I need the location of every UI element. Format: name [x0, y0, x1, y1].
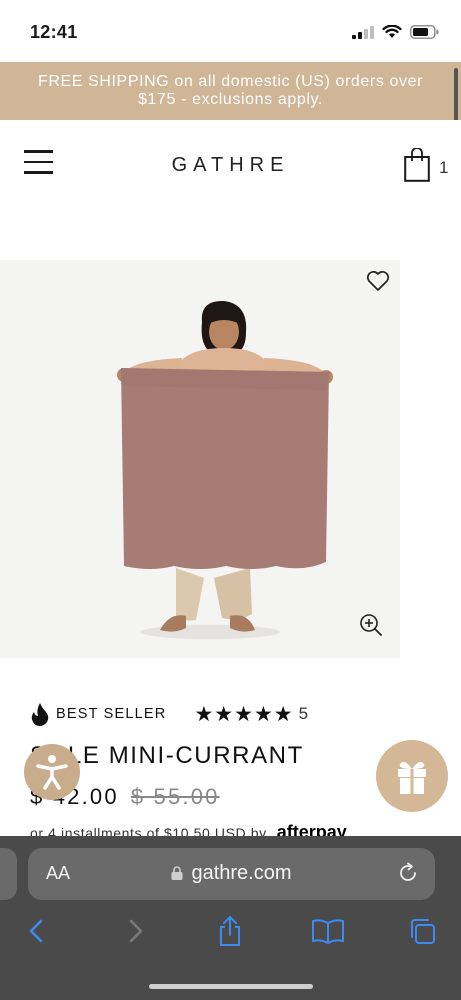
shopping-bag-icon [404, 147, 430, 182]
browser-nav-toolbar [0, 911, 461, 955]
badge-row: BEST SELLER ★ ★ ★ ★ ★ 5 [30, 700, 450, 728]
cart-button[interactable]: 1 [404, 147, 454, 184]
battery-icon [410, 25, 439, 39]
cellular-signal-icon [352, 25, 374, 39]
address-bar[interactable]: AA gathre.com [28, 848, 435, 900]
url-display[interactable]: gathre.com [28, 862, 435, 885]
site-header: GATHRE 1 [0, 120, 461, 210]
zoom-button[interactable] [359, 613, 383, 637]
accessibility-icon [36, 755, 68, 790]
forward-icon[interactable] [120, 915, 150, 947]
tabs-icon[interactable] [408, 915, 438, 947]
wishlist-button[interactable] [366, 270, 390, 292]
compare-at-price: $ 55.00 [130, 784, 220, 809]
rewards-button[interactable] [376, 740, 448, 812]
star-icon: ★ [234, 702, 253, 726]
lock-icon [171, 866, 183, 880]
product-image[interactable] [0, 260, 400, 658]
best-seller-badge: BEST SELLER [56, 706, 167, 722]
accessibility-button[interactable] [24, 744, 80, 800]
star-rating[interactable]: ★ ★ ★ ★ ★ [194, 704, 292, 725]
status-bar: 12:41 [0, 0, 461, 62]
flame-icon [31, 703, 49, 726]
status-time: 12:41 [30, 22, 78, 42]
gift-icon [398, 761, 426, 794]
cart-count: 1 [439, 158, 449, 177]
back-icon[interactable] [22, 915, 52, 947]
product-photo [117, 300, 333, 639]
reload-icon[interactable] [397, 862, 419, 884]
site-logo[interactable]: GATHRE [0, 154, 461, 177]
browser-toolbar: AA gathre.com [0, 836, 461, 1000]
zoom-in-icon [360, 614, 382, 636]
wifi-icon [382, 25, 402, 38]
heart-icon [366, 270, 390, 291]
status-icons [352, 25, 439, 39]
promo-banner[interactable]: FREE SHIPPING on all domestic (US) order… [0, 62, 461, 120]
review-count[interactable]: 5 [299, 704, 308, 724]
star-icon: ★ [273, 702, 293, 726]
star-icon: ★ [194, 702, 214, 726]
promo-text: FREE SHIPPING on all domestic (US) order… [37, 73, 424, 108]
star-icon: ★ [214, 702, 234, 726]
bookmarks-icon[interactable] [311, 915, 345, 947]
share-icon[interactable] [215, 915, 245, 947]
star-icon: ★ [253, 702, 273, 726]
home-indicator[interactable] [149, 984, 313, 989]
previous-tab-pill[interactable] [0, 848, 17, 900]
url-text: gathre.com [191, 862, 292, 884]
